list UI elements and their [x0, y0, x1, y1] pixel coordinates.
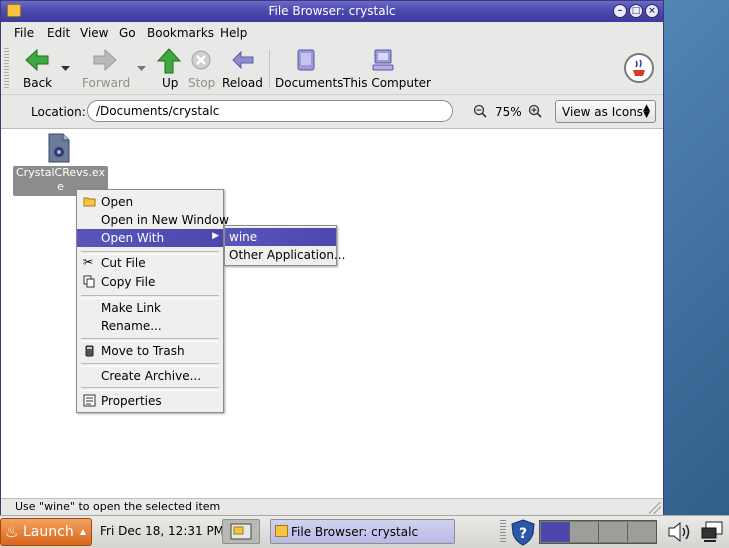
folder-icon: [275, 525, 288, 537]
status-bar: Use "wine" to open the selected item: [1, 498, 663, 515]
executable-file-icon: [48, 133, 70, 163]
reload-icon: [232, 50, 254, 70]
computer-icon: [372, 49, 394, 71]
desktop: File Browser: crystalc – □ × File Edit V…: [0, 0, 729, 548]
menu-view[interactable]: View: [80, 26, 108, 40]
menu-bar: File Edit View Go Bookmarks Help: [1, 22, 663, 45]
resize-grip[interactable]: [649, 502, 661, 514]
open-folder-icon: [83, 197, 96, 207]
documents-folder-icon: [297, 49, 315, 71]
launch-arrow-icon: ▲: [79, 527, 86, 536]
java-coffee-icon: [624, 53, 654, 83]
maximize-button[interactable]: □: [629, 4, 643, 18]
forward-arrow-icon: [93, 48, 117, 72]
bottom-panel: ♨ Launch ▲ Fri Dec 18, 12:31 PM File Bro…: [0, 515, 729, 548]
zoom-level[interactable]: 75%: [495, 105, 522, 119]
documents-button[interactable]: Documents: [275, 48, 343, 92]
toolbar-grip[interactable]: [4, 48, 9, 90]
title-bar[interactable]: File Browser: crystalc – □ ×: [1, 1, 663, 22]
location-bar: Location: /Documents/crystalc 75% View a…: [1, 95, 663, 129]
show-desktop-button[interactable]: [222, 519, 260, 544]
stop-icon: [191, 50, 211, 70]
workspace-switcher[interactable]: [539, 520, 657, 544]
menu-go[interactable]: Go: [119, 26, 136, 40]
java-cup-icon: ♨: [5, 523, 19, 541]
volume-icon[interactable]: [666, 520, 694, 544]
location-input[interactable]: /Documents/crystalc: [87, 100, 453, 122]
toolbar-separator: [269, 50, 270, 88]
stop-button[interactable]: Stop: [187, 48, 215, 92]
open-with-submenu: wine Other Application...: [224, 225, 345, 266]
zoom-out-icon[interactable]: [473, 104, 487, 118]
panel-clock[interactable]: Fri Dec 18, 12:31 PM: [100, 524, 224, 538]
context-menu: Open Open in New Window Open With ▶ ✂ Cu…: [76, 189, 229, 413]
menu-bookmarks[interactable]: Bookmarks: [147, 26, 214, 40]
workspace-1[interactable]: [541, 522, 570, 542]
menu-item-open[interactable]: Open: [77, 193, 223, 211]
menu-help[interactable]: Help: [220, 26, 247, 40]
menu-item-create-archive[interactable]: Create Archive...: [77, 367, 223, 385]
workspace-4[interactable]: [628, 522, 656, 542]
taskbar-file-browser[interactable]: File Browser: crystalc: [270, 519, 455, 544]
submenu-arrow-icon: ▶: [212, 231, 219, 241]
minimize-button[interactable]: –: [613, 4, 627, 18]
view-as-select[interactable]: View as Icons ▲ ▼: [555, 100, 656, 123]
window-title: File Browser: crystalc: [268, 4, 396, 18]
menu-separator: [81, 387, 219, 391]
properties-icon: [83, 394, 96, 407]
menu-item-copy[interactable]: Copy File: [77, 273, 223, 291]
panel-grip[interactable]: [500, 520, 506, 544]
workspace-2[interactable]: [570, 522, 599, 542]
location-label: Location:: [31, 105, 86, 119]
back-history-dropdown[interactable]: [61, 66, 70, 72]
desktop-preview-icon: [230, 523, 252, 540]
menu-item-move-to-trash[interactable]: Move to Trash: [77, 342, 223, 360]
zoom-in-icon[interactable]: [528, 104, 542, 118]
back-button[interactable]: Back: [21, 48, 61, 92]
svg-text:?: ?: [519, 526, 527, 542]
launch-button[interactable]: ♨ Launch ▲: [0, 518, 92, 546]
workspace-3[interactable]: [599, 522, 628, 542]
forward-history-dropdown[interactable]: [137, 66, 146, 72]
menu-file[interactable]: File: [14, 26, 34, 40]
menu-item-cut[interactable]: ✂ Cut File: [77, 254, 223, 272]
submenu-item-other-application[interactable]: Other Application...: [225, 246, 345, 264]
help-shield-icon[interactable]: ?: [510, 519, 536, 546]
close-button[interactable]: ×: [645, 4, 659, 18]
network-monitor-icon[interactable]: [700, 520, 726, 544]
forward-button[interactable]: Forward: [81, 48, 131, 92]
this-computer-button[interactable]: This Computer: [343, 48, 431, 92]
spinner-arrows-icon: ▲ ▼: [643, 103, 650, 120]
menu-item-make-link[interactable]: Make Link: [77, 299, 223, 317]
reload-button[interactable]: Reload: [221, 48, 263, 92]
menu-item-open-new-window[interactable]: Open in New Window: [77, 211, 229, 229]
trash-icon: [85, 345, 94, 357]
status-text: Use "wine" to open the selected item: [15, 500, 221, 513]
menu-item-properties[interactable]: Properties: [77, 392, 223, 410]
menu-edit[interactable]: Edit: [47, 26, 70, 40]
menu-item-rename[interactable]: Rename...: [77, 317, 223, 335]
toolbar: Back Forward Up Stop Reload Documents Th…: [1, 44, 663, 95]
menu-item-open-with[interactable]: Open With ▶: [77, 229, 223, 247]
back-arrow-icon: [25, 48, 49, 72]
submenu-item-wine[interactable]: wine: [225, 228, 336, 246]
up-button[interactable]: Up: [157, 48, 181, 92]
up-arrow-icon: [157, 48, 181, 74]
copy-icon: [83, 275, 95, 288]
scissors-icon: ✂: [83, 255, 94, 269]
